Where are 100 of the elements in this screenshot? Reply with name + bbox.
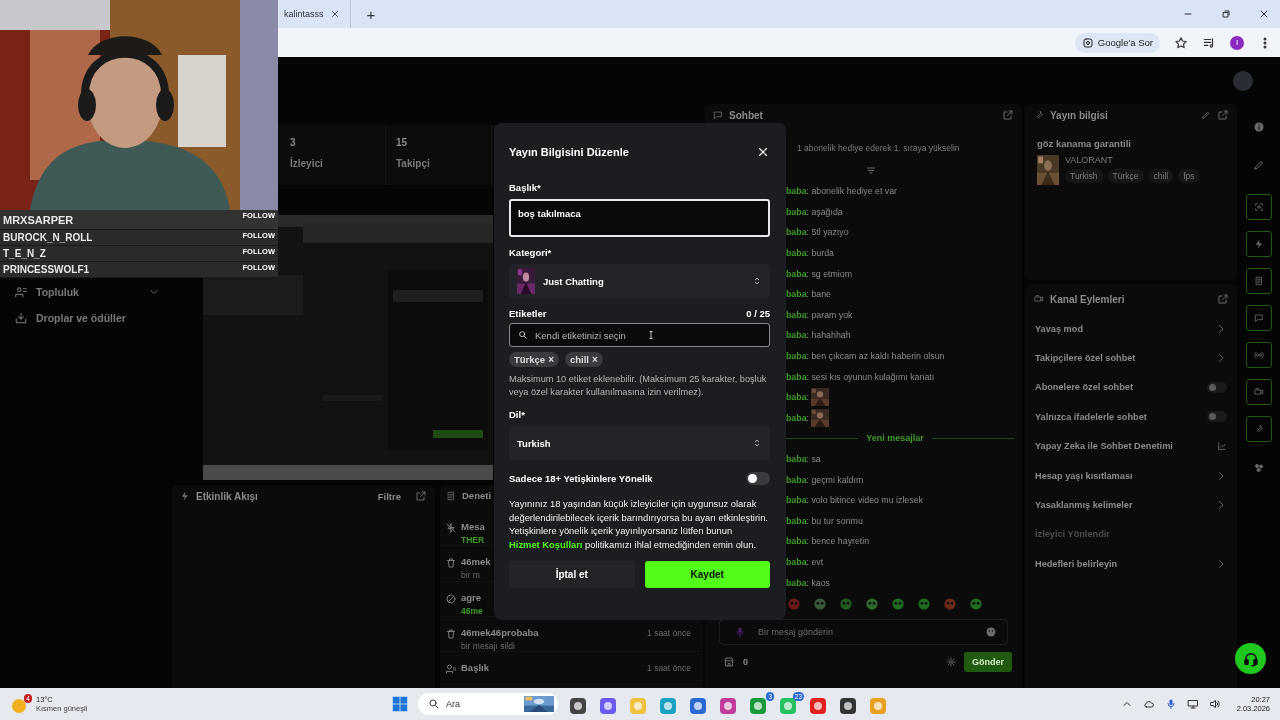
video-button[interactable]	[1245, 379, 1272, 405]
media-list-icon[interactable]	[1202, 35, 1216, 50]
close-icon[interactable]	[1258, 8, 1270, 20]
bolt-button[interactable]	[1245, 231, 1272, 257]
new-tab-button[interactable]: +	[362, 5, 380, 23]
action-item[interactable]: Hesap yaşı kısıtlaması	[1035, 470, 1133, 481]
popout-icon[interactable]	[415, 490, 427, 502]
filter-icon[interactable]	[864, 165, 877, 177]
bookmark-star-icon[interactable]	[1174, 35, 1188, 50]
event-detail: bir m	[461, 570, 480, 581]
close-icon[interactable]	[756, 145, 770, 159]
emote-icon[interactable]	[891, 596, 905, 611]
action-item[interactable]: Yavaş mod	[1035, 323, 1083, 334]
broadcast-button[interactable]	[1245, 342, 1272, 368]
emote-icon[interactable]	[865, 596, 879, 611]
action-item[interactable]: Abonelere özel sohbet	[1035, 382, 1134, 393]
title-field[interactable]: boş takılmaca	[509, 199, 770, 237]
tag-chip[interactable]: Türkçe ×	[509, 352, 559, 367]
sort-arrows-icon	[752, 438, 762, 448]
tag-chip: fps	[1178, 169, 1200, 183]
chat-input[interactable]: Bir mesaj gönderin	[756, 625, 975, 638]
toggle-switch[interactable]	[746, 472, 770, 485]
person-icon	[445, 663, 457, 676]
network-icon[interactable]	[1186, 698, 1199, 710]
popout-icon[interactable]	[1217, 293, 1229, 305]
microphone-icon[interactable]	[1164, 698, 1177, 710]
dots-icon[interactable]	[1252, 462, 1265, 474]
bolt-icon	[1253, 239, 1264, 249]
language-select[interactable]: Turkish	[509, 426, 770, 460]
follower-name: PRINCESSWOLF1	[3, 264, 90, 275]
tag-search-field[interactable]: Kendi etiketinizi seçin	[533, 328, 761, 342]
event-time: 1 saat önce	[647, 663, 691, 673]
windows-start-icon[interactable]	[392, 696, 408, 712]
emote-icon[interactable]	[813, 596, 827, 611]
chat-message: baba: sa	[786, 454, 821, 464]
stat-value: 3	[290, 137, 297, 148]
volume-icon[interactable]	[1208, 698, 1221, 710]
remove-tag-button[interactable]: ×	[592, 354, 598, 365]
cancel-button[interactable]: İptal et	[509, 561, 635, 588]
profile-avatar[interactable]: I	[1230, 35, 1244, 50]
action-item[interactable]: Yapay Zeka ile Sohbet Denetimi	[1035, 441, 1173, 452]
toggle-switch[interactable]	[1207, 381, 1227, 393]
emote-icon[interactable]	[917, 596, 931, 611]
weather-icon[interactable]	[12, 699, 26, 713]
ask-google-button[interactable]: Google'a Sor	[1074, 32, 1160, 53]
warning-text: Yayınınız 18 yaşından küçük izleyiciler için uygunsuz olarak değerlendirilebilecek içerik barındırıyorsa bu ayarı etkinleştirin. Yetişkinlere yönelik içerik yayınlıyorsanız lütfen bunun Hizmet Koşulları politikamızı ihlal etmediğinden emin olun.	[509, 497, 769, 551]
wrench-button[interactable]	[1245, 416, 1272, 442]
stat-label: Takipçi	[396, 158, 431, 169]
sidebar-item[interactable]: Topluluk	[14, 281, 172, 303]
trend-icon[interactable]	[1217, 441, 1227, 452]
save-button[interactable]: Kaydet	[644, 561, 770, 588]
remove-tag-button[interactable]: ×	[548, 354, 554, 365]
field-label: Etiketler	[509, 308, 547, 319]
action-item[interactable]: Takipçilere özel sohbet	[1035, 353, 1136, 364]
action-item[interactable]: Hedefleri belirleyin	[1035, 558, 1118, 569]
close-icon[interactable]	[329, 9, 340, 19]
emote-icon[interactable]	[943, 596, 957, 611]
settings-icon[interactable]	[946, 656, 956, 667]
chat-message: baba: bane	[786, 289, 831, 300]
field-label: Kategori*	[509, 247, 553, 258]
stream-title: göz kanama garantili	[1037, 138, 1132, 149]
edit-icon[interactable]	[1252, 159, 1265, 171]
category-select[interactable]: Just Chatting	[509, 264, 770, 298]
info-icon[interactable]	[1252, 121, 1265, 133]
chat-message: baba: evt	[786, 557, 824, 567]
popout-icon[interactable]	[1217, 109, 1229, 121]
toggle-switch[interactable]	[1207, 411, 1227, 423]
sidebar-item[interactable]: Droplar ve ödüller	[14, 307, 172, 329]
taskbar-search[interactable]: Ara	[418, 693, 558, 715]
message-field[interactable]: Bir mesaj gönderin	[719, 618, 1008, 645]
chat-button[interactable]	[1245, 305, 1272, 331]
tag-chip[interactable]: chill ×	[565, 352, 603, 367]
toggle-label: Sadece 18+ Yetişkinlere Yönelik	[509, 473, 653, 484]
filter-button[interactable]: Filtre	[369, 490, 409, 502]
panel-title: Sohbet	[729, 109, 763, 121]
terms-link[interactable]: Hizmet Koşulları	[509, 538, 583, 550]
tag-counter: 0 / 25	[746, 308, 770, 319]
app-icon[interactable]	[568, 696, 588, 716]
cloud-icon[interactable]	[1142, 698, 1155, 710]
action-item[interactable]: Yasaklanmış kelimeler	[1035, 500, 1133, 511]
emote-icon[interactable]	[839, 596, 853, 611]
send-button[interactable]: Gönder	[964, 651, 1012, 672]
action-item: İzleyici Yönlendir	[1035, 529, 1110, 540]
popout-icon[interactable]	[1002, 109, 1014, 121]
chat-message: baba: param yok	[786, 309, 853, 320]
document-button[interactable]	[1245, 268, 1272, 294]
action-item[interactable]: Yalnızca ifadelerle sohbet	[1035, 411, 1147, 422]
app-icon[interactable]	[838, 696, 858, 716]
emoji-icon[interactable]	[985, 625, 997, 638]
emote-icon[interactable]	[969, 596, 983, 611]
tag-search-box[interactable]: Kendi etiketinizi seçin	[509, 323, 770, 347]
screen-button[interactable]	[1245, 194, 1272, 220]
store-icon[interactable]	[723, 655, 735, 668]
video-icon	[1034, 294, 1044, 304]
panel-title: Yayın bilgisi	[1050, 109, 1108, 121]
restore-icon[interactable]	[1220, 8, 1232, 20]
edit-icon[interactable]	[1201, 110, 1211, 120]
panel-title: Etkinlik Akışı	[196, 490, 258, 502]
follower-name: T_E_N_Z	[3, 248, 46, 259]
document-icon	[446, 490, 456, 501]
